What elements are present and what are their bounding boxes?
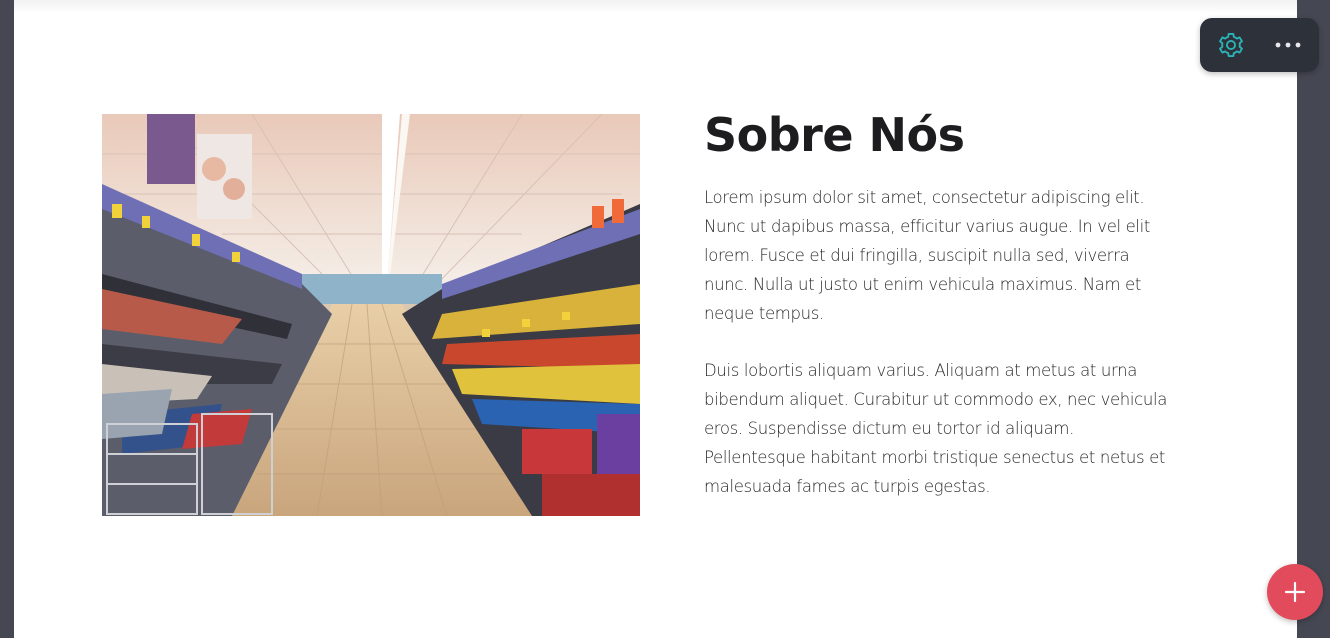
page-canvas: Sobre Nós Lorem ipsum dolor sit amet, co… (14, 0, 1297, 638)
more-options-button[interactable] (1269, 26, 1307, 64)
gear-icon (1219, 32, 1243, 58)
add-button[interactable] (1267, 564, 1323, 620)
about-paragraph-1: Lorem ipsum dolor sit amet, consectetur … (704, 188, 1151, 323)
plus-icon (1284, 581, 1306, 603)
more-horizontal-icon (1275, 42, 1301, 48)
supermarket-aisle-photo (102, 114, 640, 516)
top-shadow (14, 0, 1297, 14)
about-title: Sobre Nós (704, 108, 965, 162)
settings-button[interactable] (1212, 26, 1250, 64)
about-paragraph-2: Duis lobortis aliquam varius. Aliquam at… (704, 361, 1167, 496)
about-image (102, 114, 640, 516)
floating-toolbar (1200, 18, 1319, 72)
